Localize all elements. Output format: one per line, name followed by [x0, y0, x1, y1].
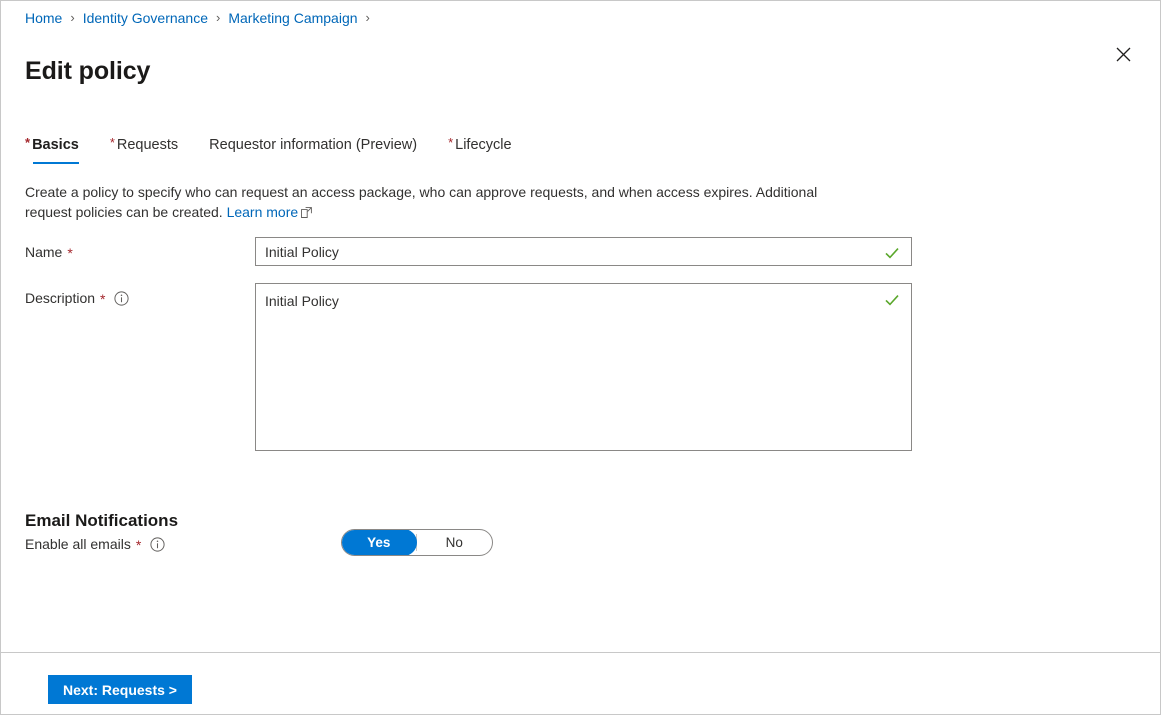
- intro-text: Create a policy to specify who can reque…: [25, 182, 865, 223]
- tab-requests-label: Requests: [116, 137, 179, 153]
- description-field-wrapper[interactable]: [255, 283, 912, 451]
- name-field-wrapper[interactable]: [255, 237, 912, 266]
- toggle-option-yes[interactable]: Yes: [342, 530, 417, 555]
- tab-lifecycle-label: Lifecycle: [455, 137, 512, 153]
- page-title: Edit policy: [25, 56, 151, 85]
- description-label-text: Description: [25, 290, 96, 306]
- tab-lifecycle[interactable]: * Lifecycle: [448, 135, 511, 164]
- enable-all-emails-label-text: Enable all emails: [25, 536, 131, 552]
- required-asterisk: *: [135, 537, 142, 553]
- tab-requestor-information-label: Requestor information (Preview): [209, 137, 418, 153]
- footer-divider: [1, 652, 1160, 653]
- breadcrumb-item-marketing-campaign[interactable]: Marketing Campaign: [228, 8, 357, 28]
- breadcrumb-separator-icon: ›: [365, 10, 370, 25]
- breadcrumb-item-home[interactable]: Home: [25, 8, 62, 28]
- toggle-option-no[interactable]: No: [417, 530, 493, 555]
- breadcrumb: Home › Identity Governance › Marketing C…: [25, 8, 378, 28]
- intro-description: Create a policy to specify who can reque…: [25, 184, 818, 220]
- email-notifications-heading: Email Notifications: [25, 511, 179, 531]
- edit-policy-blade: Home › Identity Governance › Marketing C…: [0, 0, 1161, 715]
- enable-all-emails-toggle[interactable]: Yes No: [341, 529, 493, 556]
- breadcrumb-item-identity-governance[interactable]: Identity Governance: [83, 8, 208, 28]
- name-label-text: Name: [25, 244, 63, 260]
- tab-requests[interactable]: * Requests: [110, 135, 178, 164]
- description-label: Description *: [25, 288, 130, 308]
- breadcrumb-separator-icon: ›: [216, 10, 221, 25]
- required-asterisk: *: [67, 245, 73, 261]
- tab-requestor-information[interactable]: Requestor information (Preview): [209, 135, 417, 164]
- required-asterisk: *: [25, 135, 31, 150]
- toggle-option-yes-label: Yes: [367, 534, 391, 550]
- learn-more-label: Learn more: [226, 204, 299, 220]
- enable-all-emails-label: Enable all emails *: [25, 534, 165, 554]
- tab-bar: * Basics * Requests Requestor informatio…: [25, 135, 512, 167]
- breadcrumb-separator-icon: ›: [70, 10, 75, 25]
- close-button[interactable]: [1106, 39, 1140, 73]
- required-asterisk: *: [100, 291, 106, 307]
- next-requests-button[interactable]: Next: Requests >: [48, 675, 192, 704]
- required-asterisk: *: [109, 135, 115, 150]
- external-link-icon: [301, 203, 313, 223]
- tab-basics-label: Basics: [32, 137, 79, 153]
- name-input[interactable]: [256, 238, 911, 265]
- description-textarea[interactable]: [256, 284, 911, 450]
- info-icon[interactable]: [150, 536, 165, 552]
- required-asterisk: *: [448, 135, 454, 150]
- toggle-option-no-label: No: [445, 534, 463, 550]
- tab-basics[interactable]: * Basics: [25, 135, 79, 164]
- learn-more-link[interactable]: Learn more: [227, 204, 299, 220]
- name-label: Name *: [25, 242, 73, 262]
- info-icon[interactable]: [114, 290, 130, 306]
- close-icon: [1116, 47, 1131, 65]
